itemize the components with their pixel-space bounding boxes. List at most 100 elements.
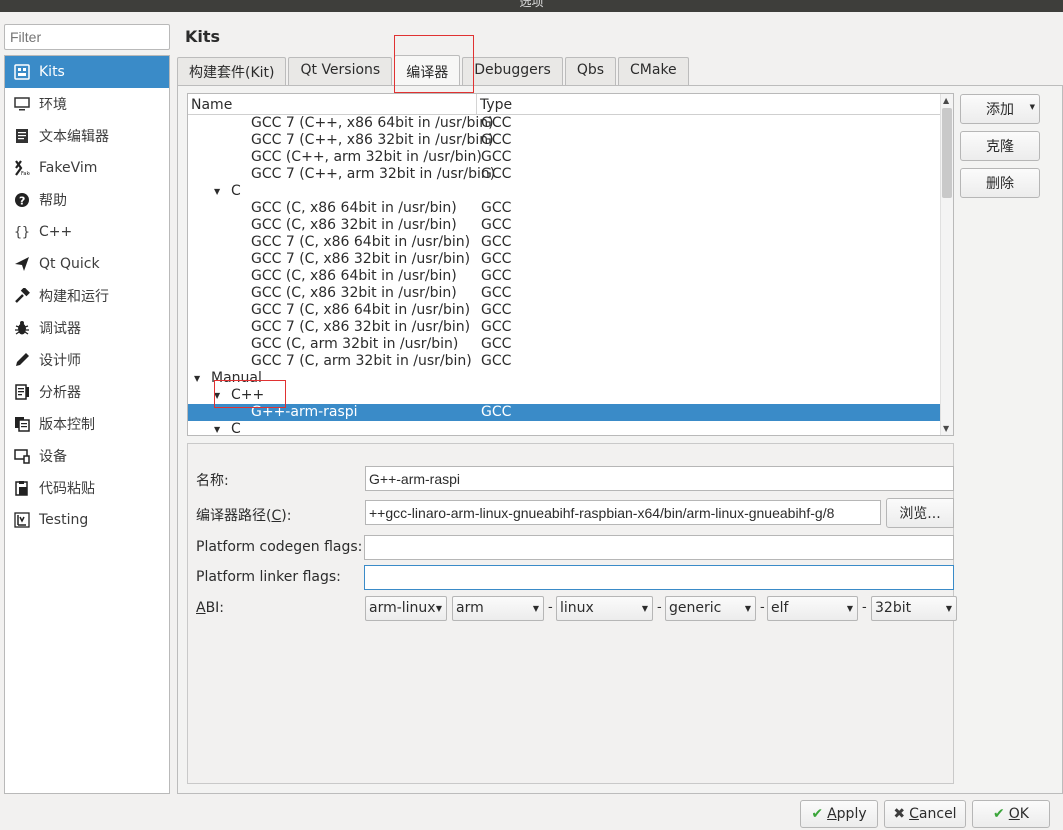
cancel-button[interactable]: ✖ Cancel [884, 800, 966, 828]
column-header-type[interactable]: Type [477, 94, 512, 114]
sidebar-item-kits[interactable]: Kits [5, 56, 169, 88]
tree-row-name: GCC 7 (C++, x86 64bit in /usr/bin) [251, 115, 494, 131]
tree-row-type: GCC [481, 285, 512, 301]
compiler-path-field[interactable] [365, 500, 881, 525]
sidebar-item-devices[interactable]: 设备 [5, 440, 169, 472]
tree-group-row[interactable]: ▼ C++ [188, 387, 953, 404]
add-button-label: 添加 [986, 102, 1014, 118]
tree-row-name: C [231, 421, 241, 436]
abi-format-select[interactable]: elf ▼ [767, 596, 858, 621]
sidebar-item-environment[interactable]: 环境 [5, 88, 169, 120]
linker-flags-label: Platform linker flags: [196, 569, 341, 585]
tree-row-selected[interactable]: G++-arm-raspi GCC [188, 404, 953, 421]
abi-os-select[interactable]: linux ▼ [556, 596, 653, 621]
tree-row[interactable]: GCC 7 (C, x86 32bit in /usr/bin) GCC [188, 251, 953, 268]
tree-row[interactable]: GCC 7 (C++, arm 32bit in /usr/bin) GCC [188, 166, 953, 183]
tree-group-row[interactable]: ▼ C [188, 183, 953, 200]
tab-qbs[interactable]: Qbs [564, 57, 617, 85]
tree-row-name: Manual [211, 370, 262, 386]
abi-width-select[interactable]: 32bit ▼ [871, 596, 957, 621]
check-icon: ✔ [811, 806, 824, 822]
fakevim-icon: Fake [11, 160, 33, 176]
tree-row[interactable]: GCC 7 (C, arm 32bit in /usr/bin) GCC [188, 353, 953, 370]
browse-button[interactable]: 浏览... [886, 498, 954, 528]
codegen-flags-field[interactable] [364, 535, 954, 560]
compiler-path-label-end: ): [281, 508, 292, 524]
add-button[interactable]: 添加 ▼ [960, 94, 1040, 124]
tree-row[interactable]: GCC 7 (C++, x86 64bit in /usr/bin) GCC [188, 115, 953, 132]
tree-row-type: GCC [481, 149, 512, 165]
tree-row-name: GCC 7 (C, x86 32bit in /usr/bin) [251, 319, 471, 335]
ok-button[interactable]: ✔ OK [972, 800, 1050, 828]
tree-row[interactable]: GCC (C, arm 32bit in /usr/bin) GCC [188, 336, 953, 353]
tree-row-type: GCC [481, 319, 512, 335]
tree-header: Name Type [188, 94, 953, 115]
filter-input[interactable] [4, 24, 170, 50]
abi-label-text: BI: [205, 600, 225, 616]
tab-compilers[interactable]: 编译器 [394, 55, 461, 85]
sidebar-item-designer[interactable]: 设计师 [5, 344, 169, 376]
expand-arrow-icon[interactable]: ▼ [214, 421, 220, 435]
sidebar-item-qt-quick[interactable]: Qt Quick [5, 248, 169, 280]
abi-flavor-select[interactable]: generic ▼ [665, 596, 756, 621]
sidebar-item-fakevim[interactable]: Fake FakeVim [5, 152, 169, 184]
sidebar-item-build-run[interactable]: 构建和运行 [5, 280, 169, 312]
sidebar-item-analyzer[interactable]: 分析器 [5, 376, 169, 408]
sidebar-item-code-paste[interactable]: 代码粘贴 [5, 472, 169, 504]
bug-icon [11, 320, 33, 336]
pencil-icon [11, 352, 33, 368]
tab-kits[interactable]: 构建套件(Kit) [177, 57, 287, 85]
name-field[interactable] [365, 466, 954, 491]
linker-flags-field[interactable] [364, 565, 954, 590]
abi-arch-select[interactable]: arm ▼ [452, 596, 544, 621]
tree-row-name: GCC (C, x86 64bit in /usr/bin) [251, 200, 457, 216]
tab-cmake[interactable]: CMake [618, 57, 689, 85]
sidebar-item-debugger[interactable]: 调试器 [5, 312, 169, 344]
svg-text:?: ? [19, 195, 25, 208]
tree-row[interactable]: GCC (C++, arm 32bit in /usr/bin) GCC [188, 149, 953, 166]
clone-button[interactable]: 克隆 [960, 131, 1040, 161]
tree-row-name: G++-arm-raspi [251, 404, 358, 420]
tree-row-type: GCC [481, 302, 512, 318]
tree-row[interactable]: GCC 7 (C, x86 64bit in /usr/bin) GCC [188, 302, 953, 319]
sidebar-item-text-editor[interactable]: 文本编辑器 [5, 120, 169, 152]
tab-qt-versions[interactable]: Qt Versions [288, 57, 393, 85]
tree-row[interactable]: GCC (C, x86 64bit in /usr/bin) GCC [188, 200, 953, 217]
scroll-up-icon[interactable]: ▲ [943, 96, 949, 105]
tree-row[interactable]: GCC (C, x86 32bit in /usr/bin) GCC [188, 217, 953, 234]
ok-mnemonic: O [1008, 806, 1020, 822]
abi-preset-select[interactable]: arm-linux ▼ [365, 596, 447, 621]
tree-row-name: GCC 7 (C, x86 64bit in /usr/bin) [251, 234, 471, 250]
sidebar-item-label: 文本编辑器 [39, 129, 109, 145]
sidebar-item-testing[interactable]: Testing [5, 504, 169, 536]
tree-scrollbar[interactable]: ▲ ▼ [940, 94, 953, 435]
tree-row[interactable]: GCC 7 (C, x86 64bit in /usr/bin) GCC [188, 234, 953, 251]
expand-arrow-icon[interactable]: ▼ [214, 183, 220, 200]
sidebar-item-help[interactable]: ? 帮助 [5, 184, 169, 216]
compiler-tree[interactable]: Name Type GCC 7 (C++, x86 64bit in /usr/… [187, 93, 954, 436]
expand-arrow-icon[interactable]: ▼ [194, 370, 200, 387]
device-icon [11, 448, 33, 464]
tree-row-type: GCC [481, 234, 512, 250]
tree-group-row[interactable]: ▼ C [188, 421, 953, 436]
sidebar-item-label: Kits [39, 64, 65, 80]
tab-debuggers[interactable]: Debuggers [462, 57, 563, 85]
apply-button[interactable]: ✔ Apply [800, 800, 878, 828]
analyzer-icon [11, 384, 33, 400]
remove-button[interactable]: 删除 [960, 168, 1040, 198]
sidebar-item-version-control[interactable]: 版本控制 [5, 408, 169, 440]
sidebar-item-cpp[interactable]: {} C++ [5, 216, 169, 248]
tree-row[interactable]: GCC 7 (C++, x86 32bit in /usr/bin) GCC [188, 132, 953, 149]
help-icon: ? [11, 192, 33, 208]
scroll-thumb[interactable] [942, 108, 952, 198]
tree-row[interactable]: GCC (C, x86 64bit in /usr/bin) GCC [188, 268, 953, 285]
scroll-down-icon[interactable]: ▼ [943, 424, 949, 433]
tree-row-name: C++ [231, 387, 265, 403]
column-header-name[interactable]: Name [188, 94, 477, 114]
tree-group-row[interactable]: ▼ Manual [188, 370, 953, 387]
expand-arrow-icon[interactable]: ▼ [214, 387, 220, 404]
abi-separator: - [548, 600, 553, 615]
text-editor-icon [11, 128, 33, 144]
tree-row[interactable]: GCC 7 (C, x86 32bit in /usr/bin) GCC [188, 319, 953, 336]
tree-row[interactable]: GCC (C, x86 32bit in /usr/bin) GCC [188, 285, 953, 302]
